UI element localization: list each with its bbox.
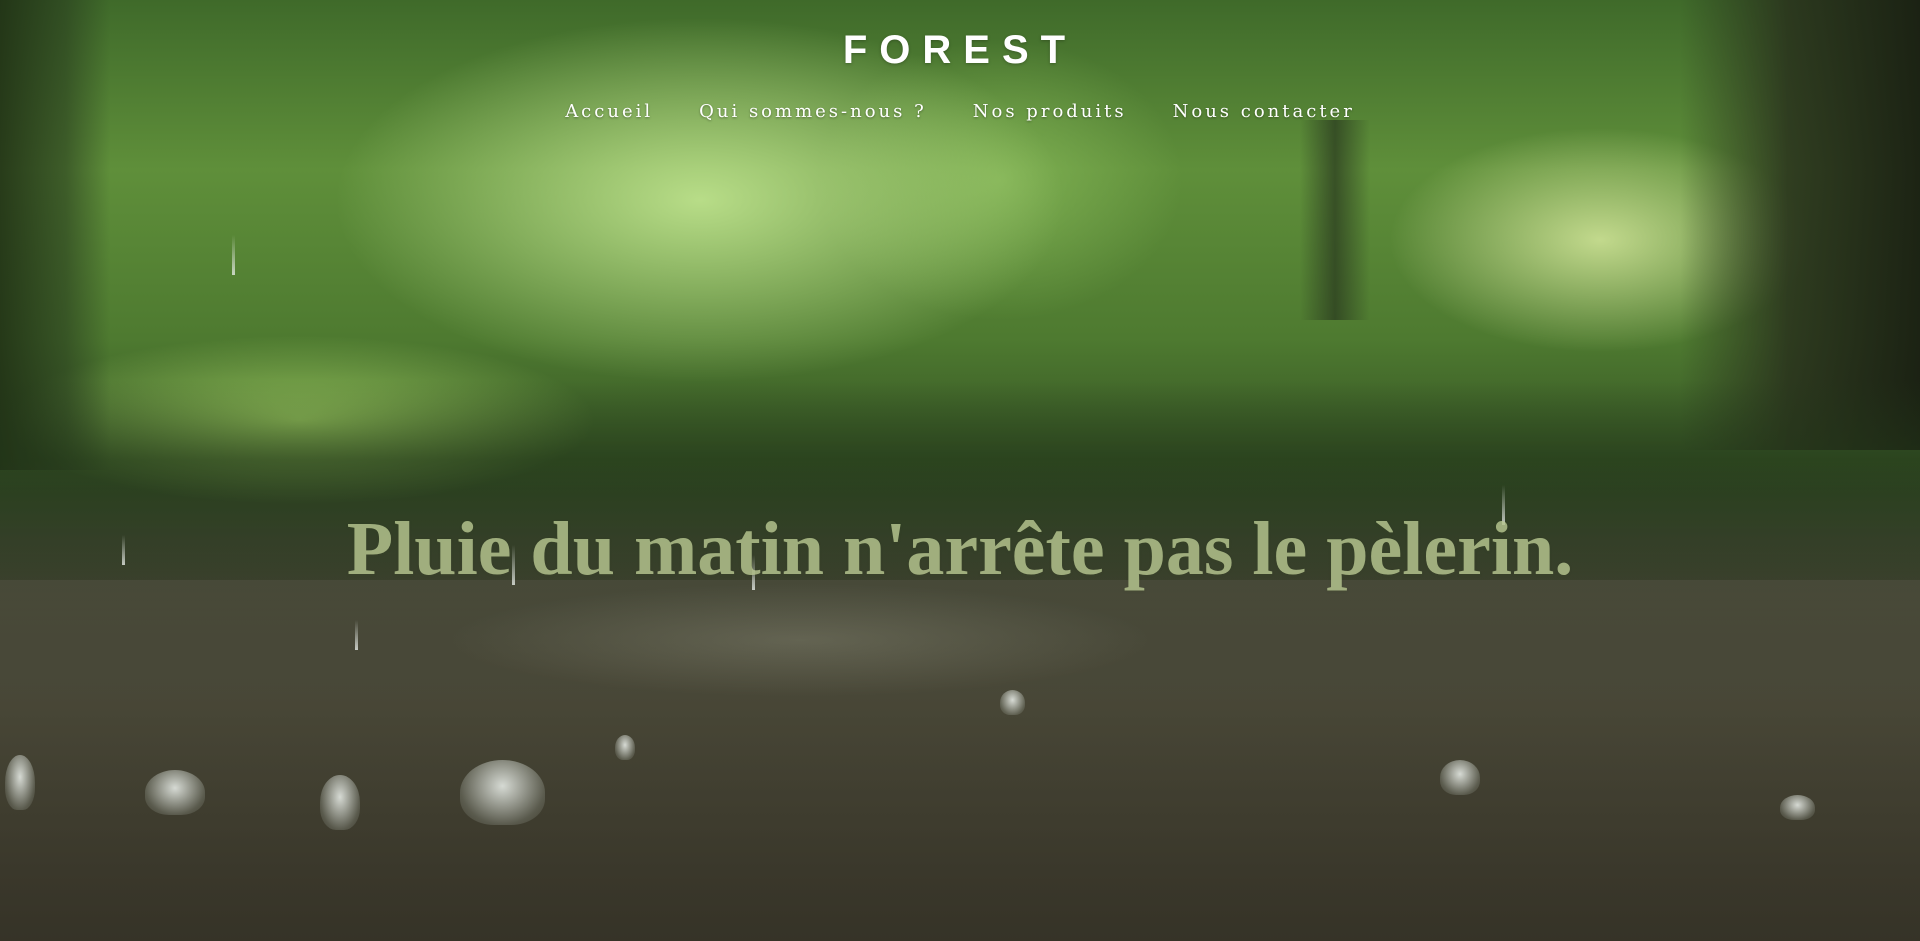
main-navigation: Accueil Qui sommes-nous ? Nos produits N… <box>0 101 1920 122</box>
nav-link-accueil[interactable]: Accueil <box>565 101 653 122</box>
rain-splash <box>5 755 35 810</box>
rain-splash <box>1440 760 1480 795</box>
tree-trunk-middle <box>1300 120 1370 320</box>
site-header: FOREST <box>0 0 1920 73</box>
rain-splash <box>615 735 635 760</box>
rain-splash <box>145 770 205 815</box>
rain-splash <box>460 760 545 825</box>
rain-streak <box>355 620 358 650</box>
nav-link-nos-produits[interactable]: Nos produits <box>973 101 1127 122</box>
rain-splash <box>1000 690 1025 715</box>
nav-link-qui-sommes-nous[interactable]: Qui sommes-nous ? <box>699 101 927 122</box>
rain-splash <box>320 775 360 830</box>
hero-background <box>0 0 1920 941</box>
rain-splash <box>1780 795 1815 820</box>
hero-tagline: Pluie du matin n'arrête pas le pèlerin. <box>346 506 1574 591</box>
nav-link-nous-contacter[interactable]: Nous contacter <box>1173 101 1355 122</box>
site-logo-title[interactable]: FOREST <box>843 28 1077 73</box>
rain-streak <box>232 235 235 275</box>
wet-ground <box>0 580 1920 941</box>
